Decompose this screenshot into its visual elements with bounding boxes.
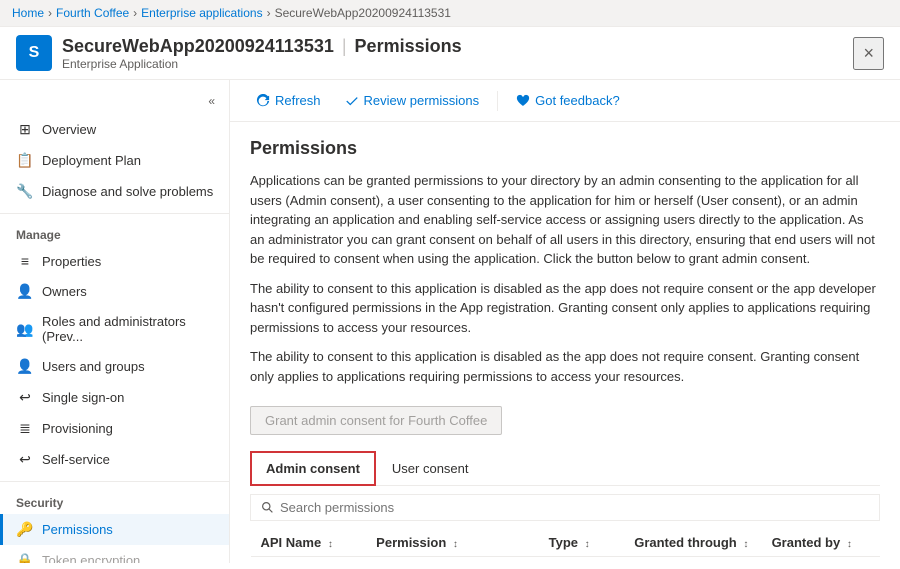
sidebar-item-owners[interactable]: 👤 Owners bbox=[0, 276, 229, 307]
provisioning-icon: ≣ bbox=[16, 420, 34, 437]
sidebar-item-label: Owners bbox=[42, 284, 87, 299]
sidebar-divider-2 bbox=[0, 481, 229, 482]
col-permission[interactable]: Permission ↕ bbox=[366, 529, 538, 557]
search-icon bbox=[261, 501, 274, 514]
overview-icon: ⊞ bbox=[16, 121, 34, 138]
permissions-desc-1: Applications can be granted permissions … bbox=[250, 171, 880, 269]
breadcrumb-current: SecureWebApp20200924113531 bbox=[275, 6, 451, 20]
token-encryption-icon: 🔒 bbox=[16, 552, 34, 563]
col-granted-by[interactable]: Granted by ↕ bbox=[762, 529, 880, 557]
grant-admin-consent-button: Grant admin consent for Fourth Coffee bbox=[250, 406, 502, 435]
toolbar: Refresh Review permissions Got feedback? bbox=[230, 80, 900, 122]
table-section-header: Microsoft Graph bbox=[251, 557, 880, 564]
sidebar-item-label: Diagnose and solve problems bbox=[42, 184, 213, 199]
refresh-icon bbox=[256, 94, 270, 108]
sidebar-item-label: Token encryption bbox=[42, 553, 140, 563]
diagnose-icon: 🔧 bbox=[16, 183, 34, 200]
refresh-button[interactable]: Refresh bbox=[246, 88, 331, 113]
col-type[interactable]: Type ↕ bbox=[539, 529, 625, 557]
close-button[interactable]: × bbox=[853, 37, 884, 70]
permissions-warning-1: The ability to consent to this applicati… bbox=[250, 279, 880, 338]
sort-icon-api: ↕ bbox=[328, 539, 333, 550]
feedback-button[interactable]: Got feedback? bbox=[506, 88, 630, 113]
deployment-icon: 📋 bbox=[16, 152, 34, 169]
sidebar-item-diagnose[interactable]: 🔧 Diagnose and solve problems bbox=[0, 176, 229, 207]
sidebar-item-users[interactable]: 👤 Users and groups bbox=[0, 351, 229, 382]
sidebar-collapse-button[interactable]: « bbox=[202, 92, 221, 110]
sidebar-item-provisioning[interactable]: ≣ Provisioning bbox=[0, 413, 229, 444]
sidebar-item-label: Users and groups bbox=[42, 359, 145, 374]
roles-icon: 👥 bbox=[16, 321, 34, 338]
sidebar-item-permissions[interactable]: 🔑 Permissions bbox=[0, 514, 229, 545]
sidebar-item-label: Provisioning bbox=[42, 421, 113, 436]
sort-icon-granted-by: ↕ bbox=[847, 539, 852, 550]
users-icon: 👤 bbox=[16, 358, 34, 375]
review-permissions-button[interactable]: Review permissions bbox=[335, 88, 490, 113]
breadcrumb: Home › Fourth Coffee › Enterprise applic… bbox=[0, 0, 900, 27]
sidebar-item-properties[interactable]: ≡ Properties bbox=[0, 246, 229, 276]
header-separator: | bbox=[342, 36, 347, 57]
main-layout: « ⊞ Overview 📋 Deployment Plan 🔧 Diagnos… bbox=[0, 80, 900, 563]
sidebar-section-main: ⊞ Overview 📋 Deployment Plan 🔧 Diagnose … bbox=[0, 114, 229, 207]
sort-icon-granted-through: ↕ bbox=[743, 539, 748, 550]
sidebar-item-selfservice[interactable]: ↩ Self-service bbox=[0, 444, 229, 475]
tab-admin-consent[interactable]: Admin consent bbox=[250, 451, 376, 486]
sort-icon-type: ↕ bbox=[585, 539, 590, 550]
sidebar-section-manage: Manage ≡ Properties 👤 Owners 👥 Roles and… bbox=[0, 220, 229, 475]
sidebar-item-label: Roles and administrators (Prev... bbox=[42, 314, 217, 344]
tab-user-consent[interactable]: User consent bbox=[376, 451, 485, 486]
app-icon: S bbox=[16, 35, 52, 71]
sidebar: « ⊞ Overview 📋 Deployment Plan 🔧 Diagnos… bbox=[0, 80, 230, 563]
sidebar-item-label: Single sign-on bbox=[42, 390, 124, 405]
security-section-label: Security bbox=[0, 488, 229, 514]
permissions-tabs: Admin consent User consent bbox=[250, 451, 880, 486]
sidebar-item-label: Properties bbox=[42, 254, 101, 269]
manage-section-label: Manage bbox=[0, 220, 229, 246]
search-bar bbox=[250, 494, 880, 521]
sidebar-item-label: Deployment Plan bbox=[42, 153, 141, 168]
sidebar-item-roles[interactable]: 👥 Roles and administrators (Prev... bbox=[0, 307, 229, 351]
breadcrumb-fourth-coffee[interactable]: Fourth Coffee bbox=[56, 6, 129, 20]
sidebar-item-label: Self-service bbox=[42, 452, 110, 467]
properties-icon: ≡ bbox=[16, 253, 34, 269]
content-area: Refresh Review permissions Got feedback?… bbox=[230, 80, 900, 563]
search-input[interactable] bbox=[280, 500, 869, 515]
checkmark-icon bbox=[345, 94, 359, 108]
sidebar-item-token-encryption: 🔒 Token encryption bbox=[0, 545, 229, 563]
sort-icon-permission: ↕ bbox=[453, 539, 458, 550]
selfservice-icon: ↩ bbox=[16, 451, 34, 468]
sidebar-item-label: Overview bbox=[42, 122, 96, 137]
sidebar-item-overview[interactable]: ⊞ Overview bbox=[0, 114, 229, 145]
col-granted-through[interactable]: Granted through ↕ bbox=[624, 529, 761, 557]
permissions-content: Permissions Applications can be granted … bbox=[230, 122, 900, 563]
breadcrumb-enterprise-apps[interactable]: Enterprise applications bbox=[141, 6, 262, 20]
sidebar-divider-1 bbox=[0, 213, 229, 214]
sidebar-item-label: Permissions bbox=[42, 522, 113, 537]
sidebar-item-deployment[interactable]: 📋 Deployment Plan bbox=[0, 145, 229, 176]
sidebar-item-sso[interactable]: ↩ Single sign-on bbox=[0, 382, 229, 413]
col-api-name[interactable]: API Name ↕ bbox=[251, 529, 367, 557]
permissions-icon: 🔑 bbox=[16, 521, 34, 538]
permissions-warning-2: The ability to consent to this applicati… bbox=[250, 347, 880, 386]
permissions-title: Permissions bbox=[250, 138, 880, 159]
permissions-table: API Name ↕ Permission ↕ Type ↕ Granted bbox=[250, 529, 880, 563]
breadcrumb-home[interactable]: Home bbox=[12, 6, 44, 20]
page-title: Permissions bbox=[355, 36, 462, 57]
app-header: S SecureWebApp20200924113531 | Permissio… bbox=[0, 27, 900, 80]
sidebar-section-security: Security 🔑 Permissions 🔒 Token encryptio… bbox=[0, 488, 229, 563]
app-subtitle: Enterprise Application bbox=[62, 57, 462, 71]
heart-icon bbox=[516, 94, 530, 108]
sso-icon: ↩ bbox=[16, 389, 34, 406]
owners-icon: 👤 bbox=[16, 283, 34, 300]
app-name: SecureWebApp20200924113531 bbox=[62, 36, 334, 57]
toolbar-divider bbox=[497, 91, 498, 111]
